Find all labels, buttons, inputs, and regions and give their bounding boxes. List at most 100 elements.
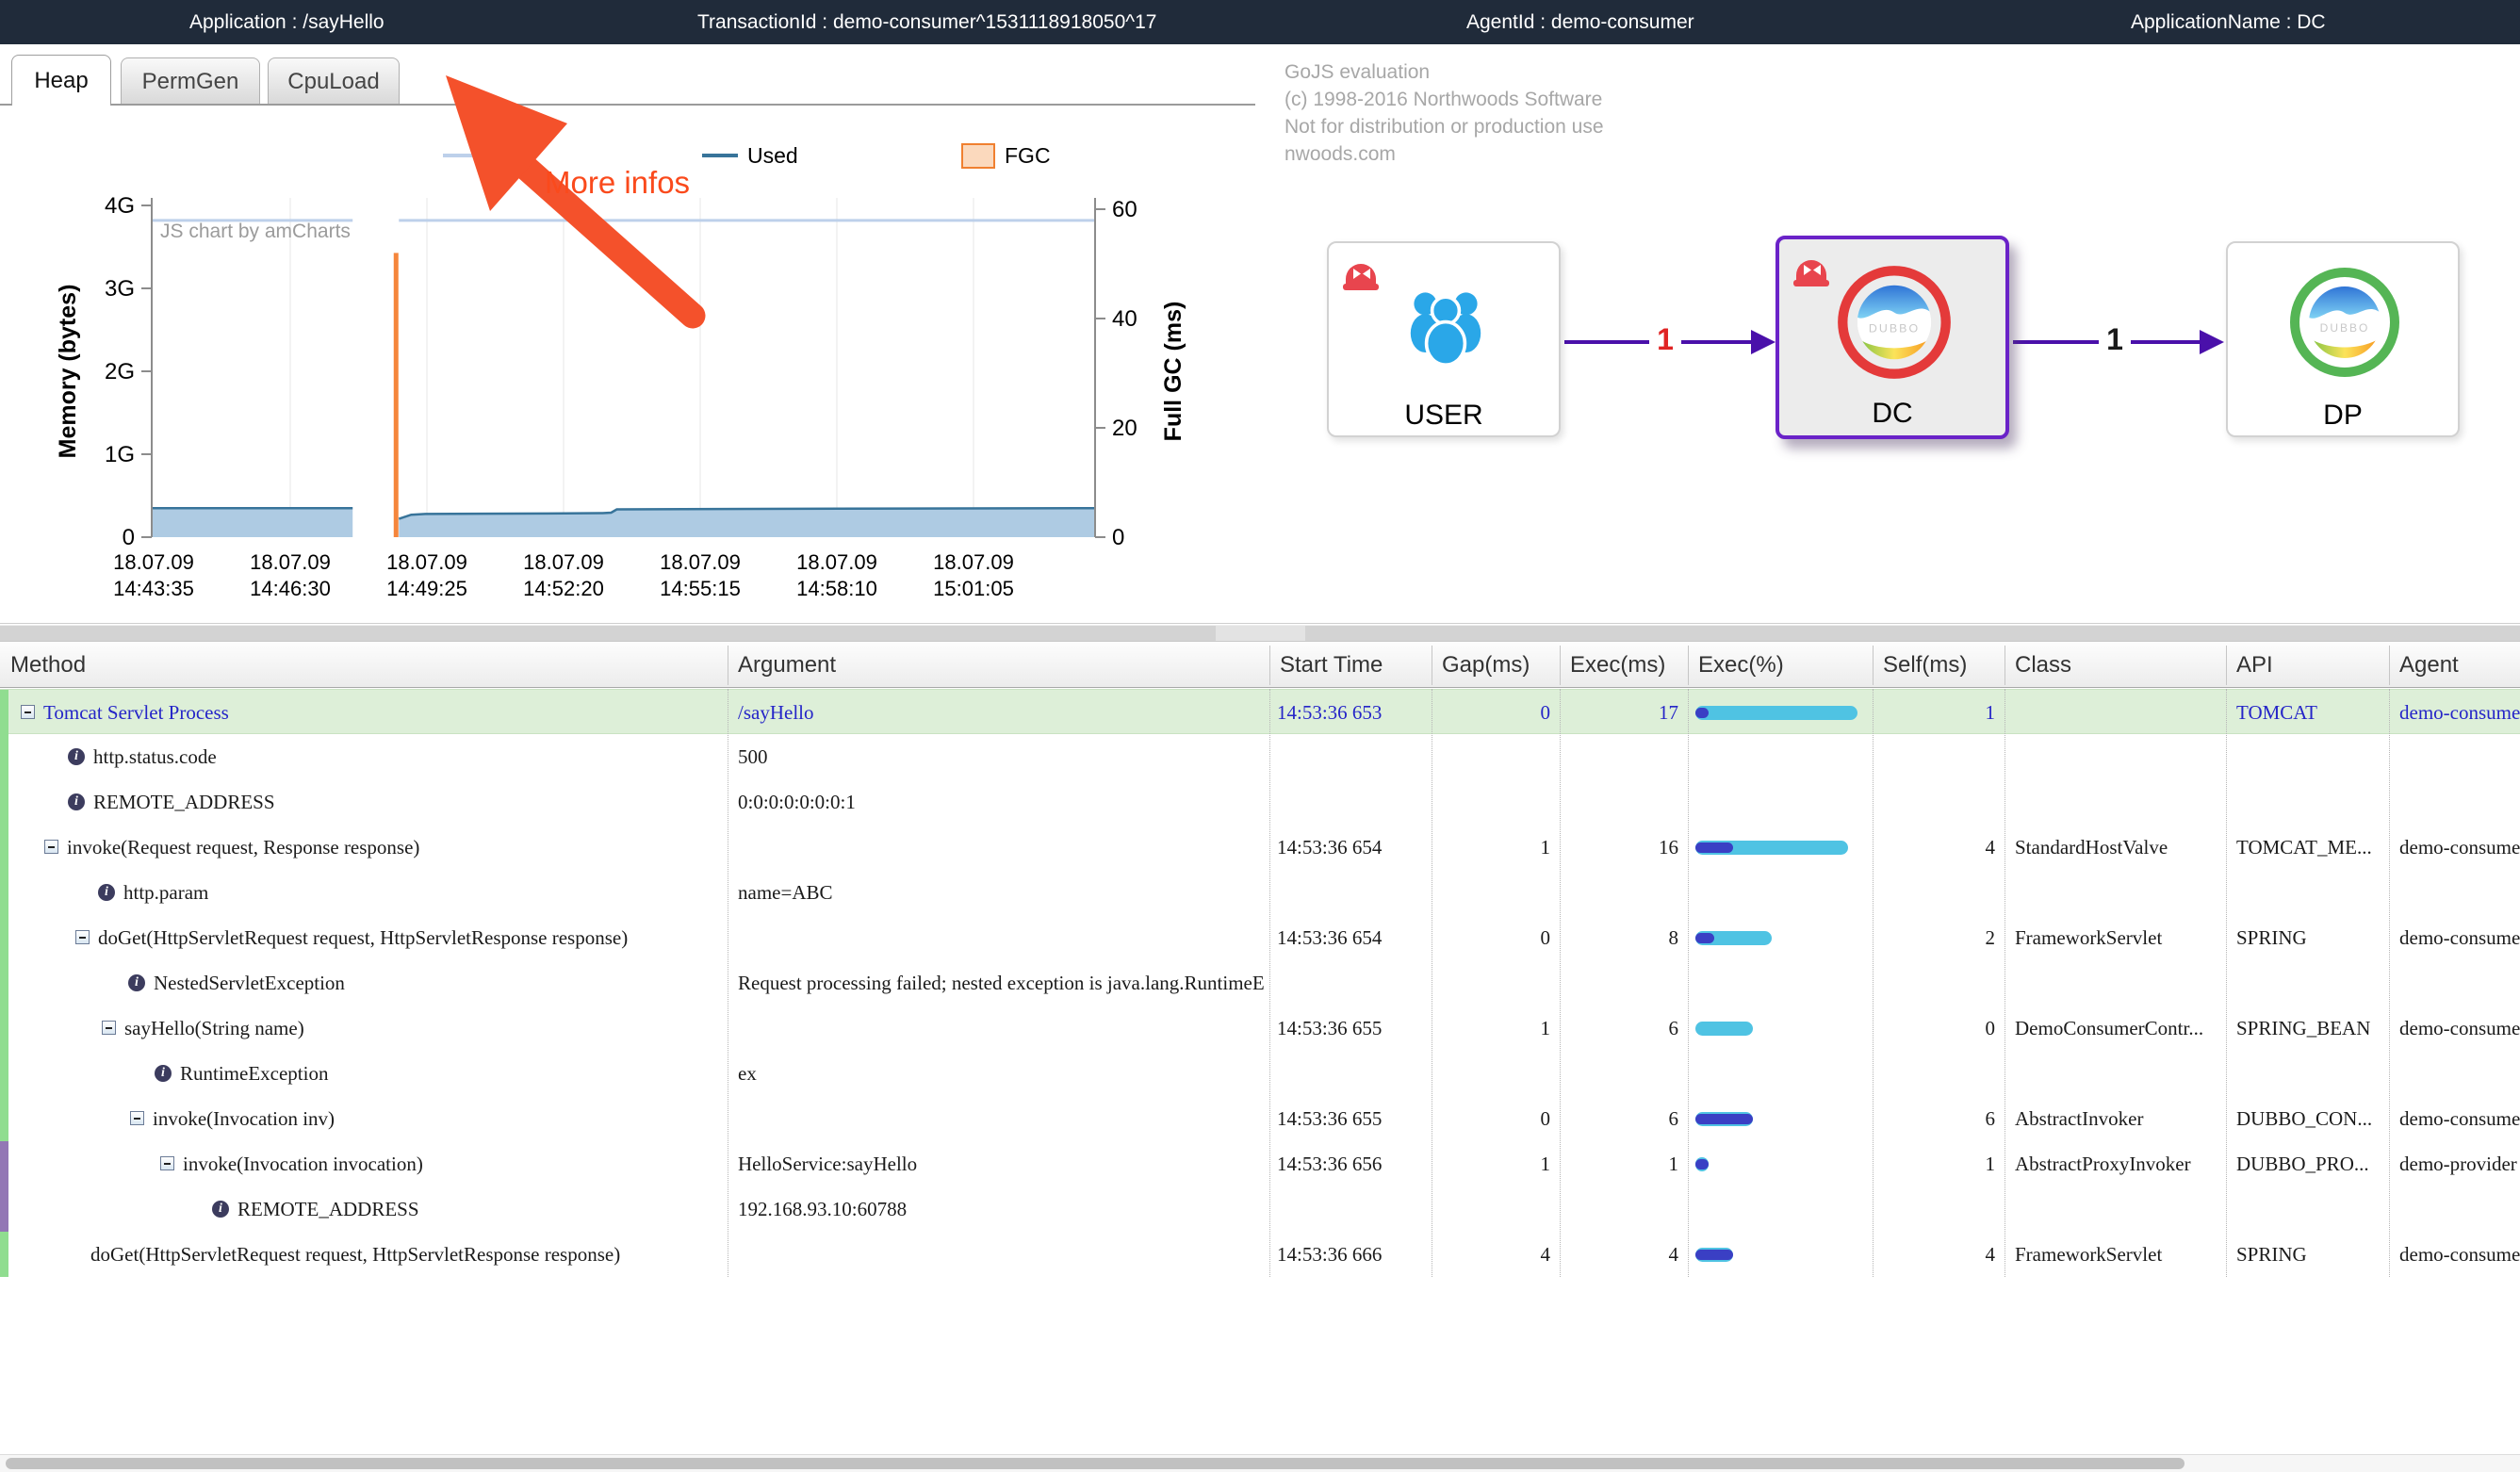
- argument-cell: 192.168.93.10:60788: [738, 1186, 1265, 1232]
- table-row[interactable]: http.paraminame=ABC: [0, 870, 2520, 915]
- table-row[interactable]: REMOTE_ADDRESSi0:0:0:0:0:0:0:1: [0, 779, 2520, 825]
- collapse-icon[interactable]: [102, 1021, 116, 1035]
- self-cell: 1: [1873, 690, 1995, 735]
- dubbo-icon: DUBBO: [2286, 264, 2403, 381]
- collapse-icon[interactable]: [130, 1111, 144, 1125]
- tab-cpuload[interactable]: CpuLoad: [268, 57, 400, 105]
- self-cell: 2: [1873, 915, 1995, 960]
- method-cell: http.param: [0, 870, 847, 915]
- column-header-exec-[interactable]: Exec(%): [1698, 642, 1870, 689]
- node-dp[interactable]: DUBBO DP: [2226, 241, 2460, 437]
- svg-text:4G: 4G: [105, 193, 135, 219]
- exec-cell: 6: [1560, 1006, 1678, 1051]
- argument-cell: HelloService:sayHello: [738, 1141, 1265, 1186]
- column-dotted-separator: [1873, 689, 1874, 1277]
- argument-cell: [738, 1096, 1265, 1141]
- argument-cell: Request processing failed; nested except…: [738, 960, 1265, 1006]
- agent-cell: demo-consumer: [2399, 1096, 2520, 1141]
- table-row[interactable]: RuntimeExceptioniex: [0, 1051, 2520, 1096]
- collapse-icon[interactable]: [44, 840, 58, 854]
- table-row[interactable]: invoke(Invocation invocation)HelloServic…: [0, 1141, 2520, 1186]
- info-icon: i: [128, 974, 145, 991]
- agent-strip-green: [0, 915, 8, 960]
- api-cell: DUBBO_PRO...: [2236, 1141, 2389, 1186]
- class-cell: FrameworkServlet: [2015, 915, 2226, 960]
- agent-cell: demo-consumer: [2399, 1006, 2520, 1051]
- agent-strip-green: [0, 1051, 8, 1096]
- api-cell: SPRING: [2236, 915, 2389, 960]
- collapse-icon[interactable]: [160, 1156, 174, 1170]
- table-row[interactable]: doGet(HttpServletRequest request, HttpSe…: [0, 915, 2520, 960]
- alarm-icon: [1340, 253, 1382, 294]
- column-separator: [2226, 646, 2227, 685]
- node-user[interactable]: USER: [1327, 241, 1561, 437]
- scrollbar-thumb[interactable]: [6, 1458, 2185, 1469]
- column-header-argument[interactable]: Argument: [738, 642, 1267, 689]
- column-dotted-separator: [2389, 689, 2391, 1277]
- users-icon: [1399, 279, 1493, 369]
- tab-heap[interactable]: Heap: [11, 55, 111, 106]
- column-header-exec-ms-[interactable]: Exec(ms): [1570, 642, 1685, 689]
- column-header-gap-ms-[interactable]: Gap(ms): [1442, 642, 1557, 689]
- method-cell: http.status.code: [0, 734, 817, 779]
- collapse-icon[interactable]: [21, 705, 35, 719]
- method-cell: invoke(Request request, Response respons…: [0, 825, 791, 870]
- argument-cell: [738, 1232, 1265, 1277]
- agent-cell: demo-consumer: [2399, 825, 2520, 870]
- table-row[interactable]: NestedServletExceptioniRequest processin…: [0, 960, 2520, 1006]
- svg-text:0: 0: [1112, 525, 1124, 550]
- agent-strip-green: [0, 734, 8, 779]
- svg-text:20: 20: [1112, 416, 1137, 441]
- gap-cell: 0: [1432, 915, 1550, 960]
- exec-percent-bar: [1695, 1232, 1865, 1277]
- column-header-agent[interactable]: Agent: [2399, 642, 2517, 689]
- agent-cell: demo-consumer: [2399, 915, 2520, 960]
- column-header-class[interactable]: Class: [2015, 642, 2223, 689]
- exec-cell: 8: [1560, 915, 1678, 960]
- legend-used-label: Used: [747, 143, 798, 169]
- dubbo-icon: DUBBO: [1834, 262, 1955, 383]
- column-dotted-separator: [728, 689, 729, 1277]
- application-label: Application : /sayHello: [189, 0, 385, 44]
- argument-cell: [738, 915, 1265, 960]
- page-horizontal-scrollbar[interactable]: [0, 1454, 2520, 1472]
- node-dc[interactable]: DUBBO DC: [1775, 236, 2009, 439]
- node-dp-label: DP: [2228, 400, 2458, 432]
- agent-strip-green: [0, 960, 8, 1006]
- agent-strip-purple: [0, 1141, 8, 1186]
- table-row[interactable]: invoke(Request request, Response respons…: [0, 825, 2520, 870]
- transaction-id-label: TransactionId : demo-consumer^1531118918…: [697, 0, 1156, 44]
- column-header-self-ms-[interactable]: Self(ms): [1883, 642, 2002, 689]
- method-cell: doGet(HttpServletRequest request, HttpSe…: [0, 1232, 814, 1277]
- exec-percent-bar: [1695, 825, 1865, 870]
- table-row[interactable]: REMOTE_ADDRESSi192.168.93.10:60788: [0, 1186, 2520, 1232]
- svg-text:2G: 2G: [105, 359, 135, 384]
- table-row[interactable]: doGet(HttpServletRequest request, HttpSe…: [0, 1232, 2520, 1277]
- info-icon: i: [68, 748, 85, 765]
- gap-cell: 0: [1432, 690, 1550, 735]
- table-row[interactable]: invoke(Invocation inv)14:53:36 655066Abs…: [0, 1096, 2520, 1141]
- agent-cell: demo-consumer: [2399, 690, 2520, 735]
- svg-text:18.07.0914:55:15: 18.07.0914:55:15: [660, 550, 741, 600]
- exec-percent-bar: [1695, 690, 1865, 735]
- column-header-api[interactable]: API: [2236, 642, 2386, 689]
- api-cell: DUBBO_CON...: [2236, 1096, 2389, 1141]
- table-row[interactable]: http.status.codei500: [0, 734, 2520, 779]
- edge-count-dc-dp: 1: [2099, 322, 2131, 357]
- tab-permgen[interactable]: PermGen: [121, 57, 260, 105]
- column-header-method[interactable]: Method: [10, 642, 725, 689]
- gap-cell: 1: [1432, 1006, 1550, 1051]
- svg-text:DUBBO: DUBBO: [1869, 321, 1920, 335]
- argument-cell: ex: [738, 1051, 1265, 1096]
- info-icon: i: [212, 1201, 229, 1218]
- table-row[interactable]: sayHello(String name)14:53:36 655160Demo…: [0, 1006, 2520, 1051]
- legend-item-used: Used: [702, 139, 798, 172]
- agent-strip-green: [0, 825, 8, 870]
- column-separator: [2389, 646, 2390, 685]
- column-header-start-time[interactable]: Start Time: [1280, 642, 1429, 689]
- class-cell: DemoConsumerContr...: [2015, 1006, 2226, 1051]
- call-tree-header: Method Argument Start Time Gap(ms) Exec(ms) E…: [0, 641, 2520, 688]
- table-row[interactable]: Tomcat Servlet Process/sayHello14:53:36 …: [0, 689, 2520, 734]
- api-cell: TOMCAT: [2236, 690, 2389, 735]
- collapse-icon[interactable]: [75, 930, 90, 944]
